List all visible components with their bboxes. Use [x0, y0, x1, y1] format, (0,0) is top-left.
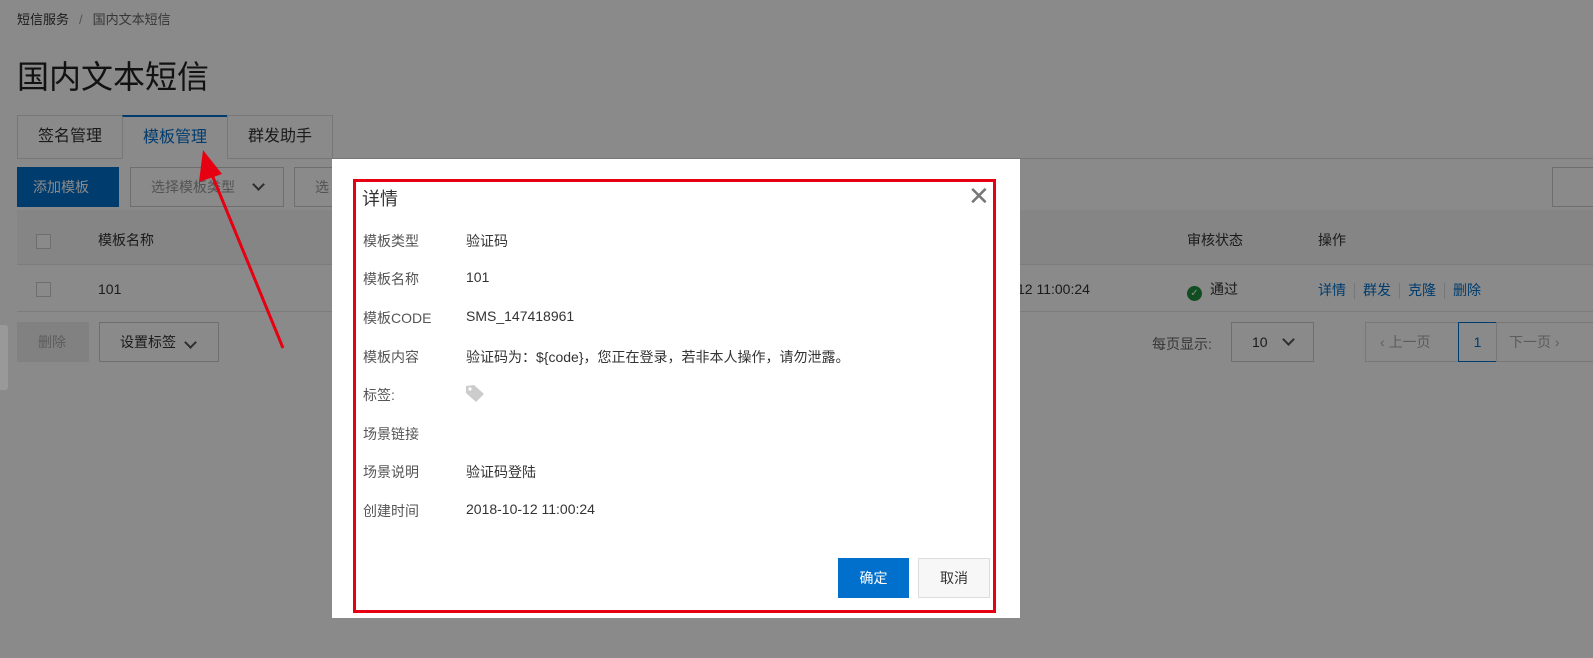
- annotation-highlight-box: [353, 179, 996, 613]
- cancel-button[interactable]: 取消: [918, 558, 990, 598]
- field-value-created: 2018-10-12 11:00:24: [466, 501, 595, 517]
- field-label-scene-link: 场景链接: [363, 426, 419, 442]
- field-label-name: 模板名称: [363, 271, 419, 287]
- field-label-code: 模板CODE: [363, 310, 432, 326]
- field-value-type: 验证码: [466, 233, 508, 249]
- field-value-scene-desc: 验证码登陆: [466, 464, 536, 480]
- confirm-button[interactable]: 确定: [838, 558, 909, 598]
- dialog-title: 详情: [362, 189, 398, 209]
- field-label-created: 创建时间: [363, 503, 419, 519]
- field-label-type: 模板类型: [363, 233, 419, 249]
- close-icon[interactable]: ✕: [968, 183, 990, 209]
- tag-icon[interactable]: [465, 384, 485, 402]
- field-value-code: SMS_147418961: [466, 308, 575, 324]
- field-label-tags: 标签:: [363, 387, 395, 403]
- field-label-scene-desc: 场景说明: [363, 464, 419, 480]
- field-value-content: 验证码为：${code}，您正在登录，若非本人操作，请勿泄露。: [466, 349, 850, 365]
- field-label-content: 模板内容: [363, 349, 419, 365]
- field-value-name: 101: [466, 269, 490, 285]
